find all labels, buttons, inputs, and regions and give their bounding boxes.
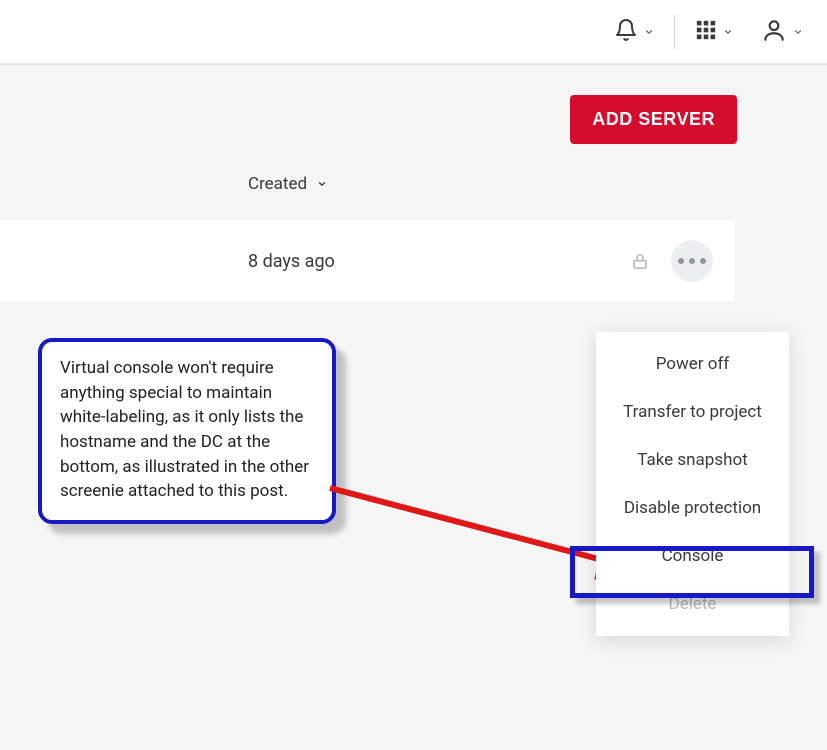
chevron-down-icon (644, 22, 654, 41)
action-bar: ADD SERVER (0, 65, 827, 174)
chevron-down-icon (317, 174, 327, 194)
menu-item-console[interactable]: Console (596, 532, 789, 580)
top-bar (0, 0, 827, 65)
profile-button[interactable] (747, 13, 817, 51)
table-header: Created (0, 174, 827, 220)
dot-icon (689, 258, 695, 264)
dot-icon (700, 258, 706, 264)
menu-item-disable-protection[interactable]: Disable protection (596, 484, 789, 532)
lock-icon (631, 251, 649, 272)
bell-icon (614, 18, 638, 46)
topbar-divider (674, 15, 675, 49)
created-time: 8 days ago (248, 251, 335, 272)
apps-icon (695, 19, 717, 45)
menu-item-delete: Delete (596, 580, 789, 628)
annotation-callout: Virtual console won't require anything s… (38, 338, 336, 524)
chevron-down-icon (793, 22, 803, 41)
actions-dropdown: Power off Transfer to project Take snaps… (596, 332, 789, 636)
chevron-down-icon (723, 22, 733, 41)
server-row[interactable]: 8 days ago (0, 220, 735, 302)
apps-button[interactable] (681, 15, 747, 49)
created-label: Created (248, 174, 307, 194)
callout-text: Virtual console won't require anything s… (60, 358, 309, 501)
add-server-button[interactable]: ADD SERVER (570, 95, 737, 144)
menu-item-transfer-to-project[interactable]: Transfer to project (596, 388, 789, 436)
menu-item-take-snapshot[interactable]: Take snapshot (596, 436, 789, 484)
created-column-header[interactable]: Created (248, 174, 327, 194)
profile-icon (761, 17, 787, 47)
menu-item-power-off[interactable]: Power off (596, 340, 789, 388)
notifications-button[interactable] (600, 14, 668, 50)
dot-icon (678, 258, 684, 264)
more-actions-button[interactable] (671, 240, 713, 282)
